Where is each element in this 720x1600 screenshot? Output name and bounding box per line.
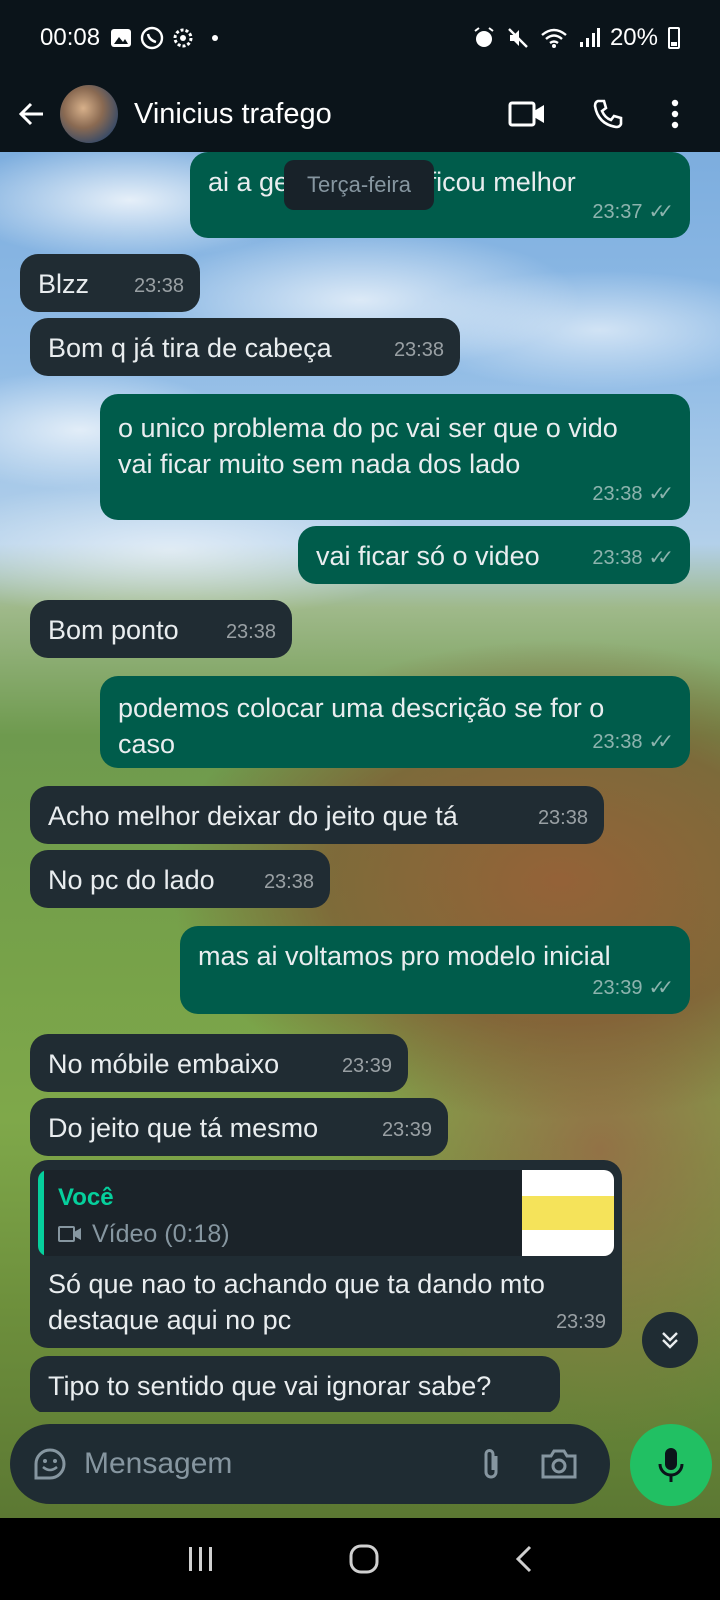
message-bubble-incoming[interactable]: No móbile embaixo 23:39 — [30, 1034, 408, 1092]
status-bar: 00:08 20% — [0, 0, 720, 76]
quote-author: Você — [58, 1184, 114, 1211]
message-time: 23:38 — [592, 483, 643, 505]
whatsapp-icon — [140, 26, 164, 50]
message-bubble-incoming[interactable]: Tipo to sentido que vai ignorar sabe? — [30, 1356, 560, 1412]
video-icon — [58, 1226, 81, 1242]
attach-icon[interactable] — [478, 1446, 504, 1482]
read-ticks-icon: ✓✓ — [648, 731, 673, 753]
message-time: 23:38 — [537, 807, 588, 829]
home-icon[interactable] — [348, 1543, 380, 1575]
message-bubble-outgoing[interactable]: vai ficar só o video 23:38 ✓✓ — [298, 526, 690, 584]
message-bubble-incoming[interactable]: Blzz 23:38 — [20, 254, 200, 312]
battery-percent: 20% — [609, 24, 658, 51]
mic-icon — [658, 1448, 684, 1482]
read-ticks-icon: ✓✓ — [648, 977, 673, 999]
double-chevron-down-icon — [662, 1332, 678, 1349]
message-bubble-incoming[interactable]: Do jeito que tá mesmo 23:39 — [30, 1098, 448, 1156]
back-arrow-icon[interactable] — [14, 96, 50, 132]
date-chip: Terça-feira — [284, 160, 434, 210]
status-time: 00:08 — [40, 24, 101, 51]
message-composer[interactable]: Mensagem — [10, 1424, 610, 1504]
message-text: Acho melhor deixar do jeito que tá — [48, 801, 458, 831]
message-time: 23:38 — [393, 339, 444, 361]
message-time: 23:39 — [592, 977, 643, 999]
back-nav-icon[interactable] — [512, 1544, 534, 1574]
settings-icon — [173, 28, 193, 48]
message-bubble-incoming-reply[interactable]: Você Vídeo (0:18) Só que nao to achando … — [30, 1160, 622, 1348]
message-text: Do jeito que tá mesmo — [48, 1113, 319, 1143]
message-bubble-incoming[interactable]: Acho melhor deixar do jeito que tá 23:38 — [30, 786, 604, 844]
contact-name[interactable]: Vinicius trafego — [134, 98, 332, 131]
message-list[interactable]: ai a gente ve qual ficou melhor 23:37✓✓ … — [0, 152, 720, 1412]
sticker-icon[interactable] — [32, 1446, 68, 1482]
battery-icon — [668, 27, 680, 49]
scroll-to-bottom-button[interactable] — [642, 1312, 698, 1368]
message-bubble-incoming[interactable]: Bom q já tira de cabeça 23:38 — [30, 318, 460, 376]
message-bubble-incoming[interactable]: No pc do lado 23:38 — [30, 850, 330, 908]
message-text: podemos colocar uma descrição se for o c… — [118, 693, 605, 759]
camera-icon[interactable] — [540, 1448, 578, 1480]
message-bubble-outgoing[interactable]: mas ai voltamos pro modelo inicial 23:39… — [180, 926, 690, 1014]
message-input[interactable]: Mensagem — [84, 1447, 232, 1481]
message-text: Bom q já tira de cabeça — [48, 333, 332, 363]
message-text: mas ai voltamos pro modelo inicial — [198, 941, 611, 971]
phone-call-icon[interactable] — [592, 98, 624, 130]
mute-icon — [508, 28, 528, 48]
read-ticks-icon: ✓✓ — [648, 201, 673, 223]
message-bubble-outgoing[interactable]: ai a gente ve qual ficou melhor 23:37✓✓ — [190, 152, 690, 238]
read-ticks-icon: ✓✓ — [648, 483, 673, 505]
message-bubble-incoming[interactable]: Bom ponto 23:38 — [30, 600, 292, 658]
message-text: o unico problema do pc vai ser que o vid… — [118, 413, 618, 479]
message-time: 23:38 — [592, 547, 643, 569]
message-text: Tipo to sentido que vai ignorar sabe? — [48, 1371, 492, 1401]
message-time: 23:38 — [592, 731, 643, 753]
chat-header: Vinicius trafego — [0, 76, 720, 152]
voice-record-button[interactable] — [630, 1424, 712, 1506]
message-time: 23:39 — [555, 1311, 606, 1333]
message-time: 23:39 — [341, 1055, 392, 1077]
quote-label: Vídeo (0:18) — [92, 1220, 230, 1248]
message-time: 23:39 — [381, 1119, 432, 1141]
read-ticks-icon: ✓✓ — [648, 547, 673, 569]
system-nav-bar — [0, 1518, 720, 1600]
quoted-message[interactable]: Você Vídeo (0:18) — [38, 1170, 614, 1256]
dot-icon — [212, 35, 219, 41]
gallery-icon — [111, 29, 132, 47]
signal-icon — [579, 28, 600, 47]
more-options-icon[interactable] — [670, 98, 680, 130]
video-thumbnail — [522, 1170, 614, 1256]
message-bubble-outgoing[interactable]: podemos colocar uma descrição se for o c… — [100, 676, 690, 768]
alarm-icon — [474, 27, 494, 47]
message-bubble-outgoing[interactable]: o unico problema do pc vai ser que o vid… — [100, 394, 690, 520]
message-text: No móbile embaixo — [48, 1049, 280, 1079]
message-time: 23:38 — [133, 275, 184, 297]
message-time: 23:37 — [592, 201, 643, 223]
recents-icon[interactable] — [186, 1545, 216, 1573]
video-call-icon[interactable] — [508, 100, 546, 128]
message-time: 23:38 — [263, 871, 314, 893]
avatar[interactable] — [60, 85, 118, 143]
wifi-icon — [541, 28, 567, 48]
message-time: 23:38 — [225, 621, 276, 643]
message-text: Só que nao to achando que ta dando mto d… — [48, 1269, 545, 1335]
quote-accent-bar — [38, 1170, 44, 1256]
